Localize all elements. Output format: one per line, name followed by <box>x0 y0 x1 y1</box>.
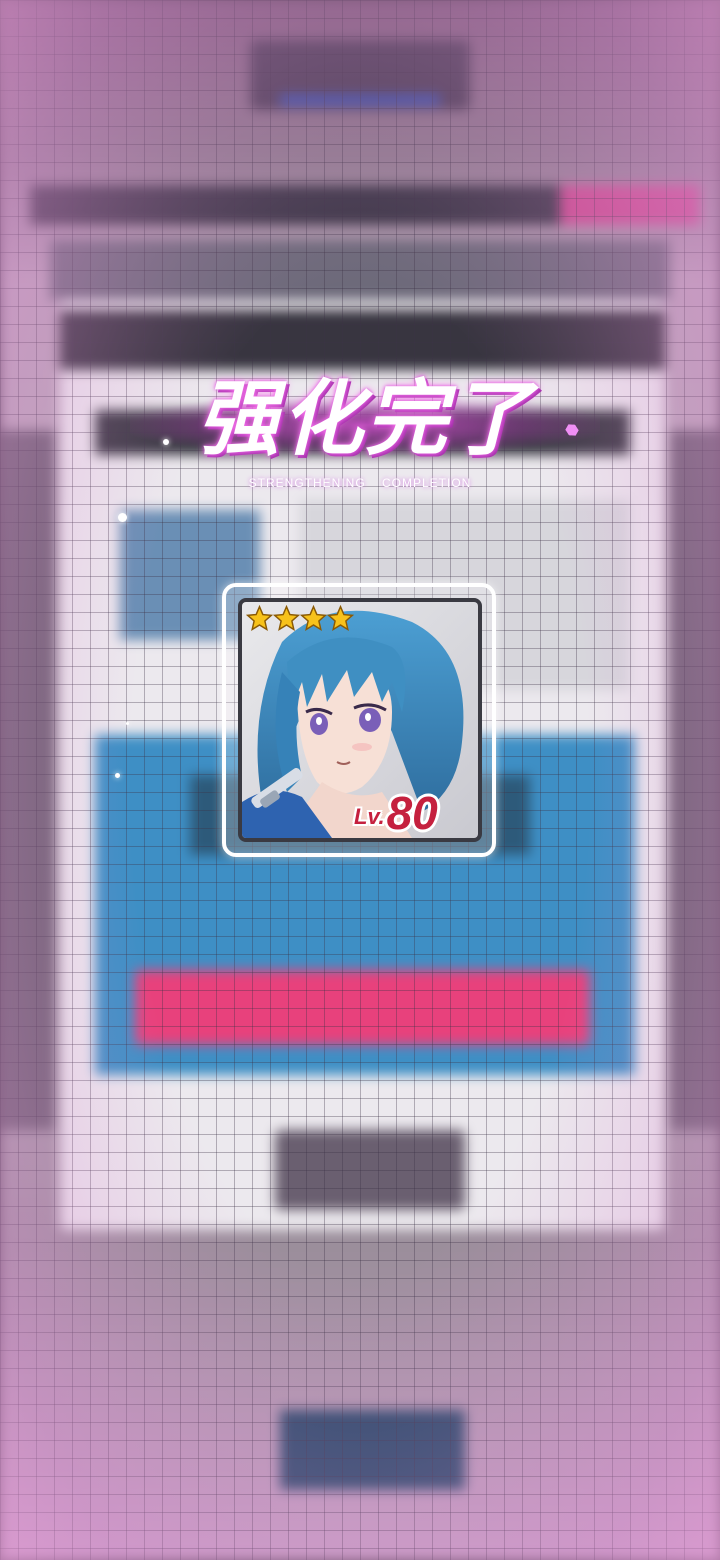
sparkle <box>118 513 127 522</box>
star-icon <box>246 605 273 632</box>
sparkle <box>163 439 169 445</box>
bg-pink-button <box>135 970 590 1045</box>
screen: 强化完了 STRENGTHENING COMPLETION Lv. 80 <box>0 0 720 1560</box>
result-title: 强化完了 <box>197 372 533 467</box>
result-subtitle: STRENGTHENING COMPLETION <box>248 476 472 490</box>
level-badge: Lv. 80 <box>354 782 476 836</box>
bg-header-pink <box>560 185 700 225</box>
star-icon <box>273 605 300 632</box>
bg-top-bar-accent <box>280 95 440 105</box>
bg-gray-button <box>275 1130 465 1210</box>
rarity-stars <box>246 605 354 632</box>
star-icon <box>327 605 354 632</box>
bg-panel-title <box>60 310 665 370</box>
bg-side-right <box>670 430 720 1130</box>
bg-side-left <box>0 430 55 1130</box>
bg-bottom-button <box>280 1410 465 1490</box>
sparkle <box>126 722 129 725</box>
bg-tabs <box>50 240 670 300</box>
level-prefix: Lv. <box>354 804 385 829</box>
sparkle <box>115 773 120 778</box>
star-icon <box>300 605 327 632</box>
level-value: 80 <box>386 787 438 839</box>
